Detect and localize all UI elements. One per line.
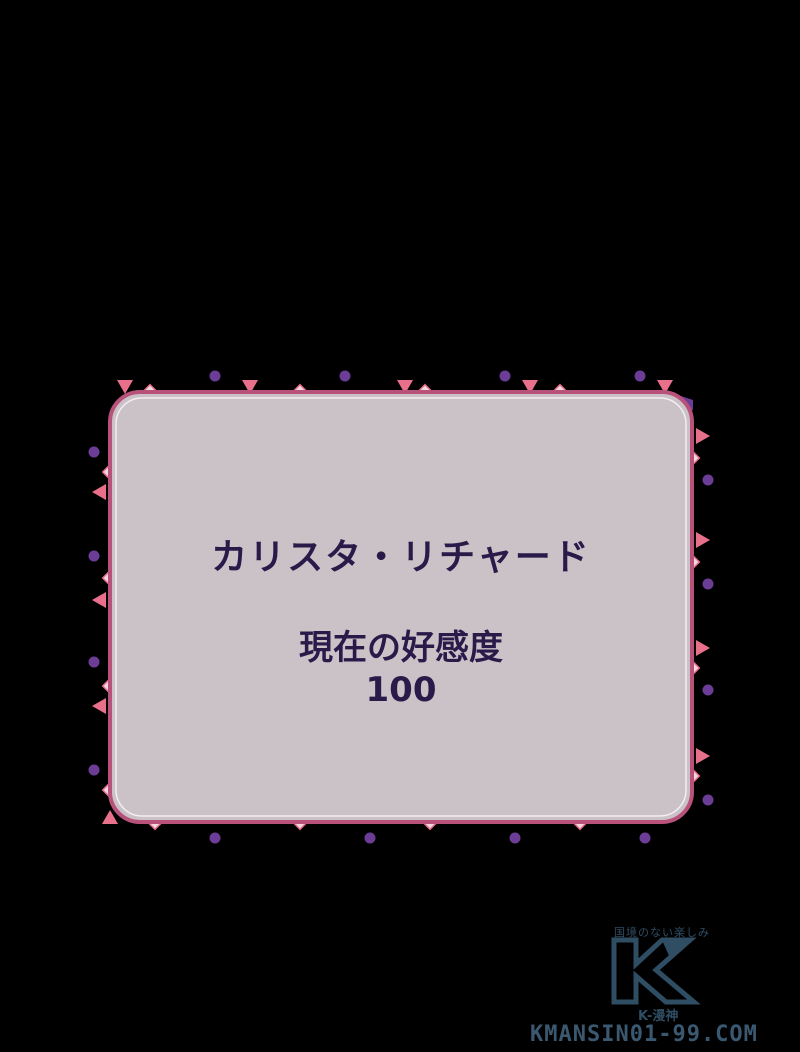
affection-value: 100: [365, 670, 437, 710]
purple-dot-ornament: [339, 370, 351, 382]
purple-dot-ornament: [702, 684, 714, 696]
purple-dot-ornament: [209, 370, 221, 382]
pink-heart-ornament: [92, 698, 106, 714]
purple-dot-ornament: [702, 474, 714, 486]
dialog-content: カリスタ・リチャード 現在の好感度 100: [110, 392, 692, 822]
purple-dot-ornament: [364, 832, 376, 844]
k-logo-icon: [611, 937, 701, 1005]
pink-heart-ornament: [92, 484, 106, 500]
pink-heart-ornament: [696, 532, 710, 548]
pink-heart-ornament: [696, 428, 710, 444]
purple-dot-ornament: [639, 832, 651, 844]
purple-dot-ornament: [702, 578, 714, 590]
affection-label: 現在の好感度: [299, 628, 503, 668]
pink-heart-ornament: [696, 640, 710, 656]
character-name: カリスタ・リチャード: [211, 537, 591, 578]
pink-heart-ornament: [92, 592, 106, 608]
purple-dot-ornament: [88, 764, 100, 776]
site-watermark: 国境のない楽しみ K-漫神 KMANSIN01-99.COM: [530, 922, 798, 1050]
purple-dot-ornament: [88, 446, 100, 458]
pink-heart-ornament: [696, 748, 710, 764]
purple-dot-ornament: [499, 370, 511, 382]
purple-dot-ornament: [702, 794, 714, 806]
purple-dot-ornament: [88, 656, 100, 668]
purple-dot-ornament: [88, 550, 100, 562]
purple-dot-ornament: [634, 370, 646, 382]
watermark-url: KMANSIN01-99.COM: [530, 1022, 758, 1047]
purple-dot-ornament: [509, 832, 521, 844]
purple-dot-ornament: [209, 832, 221, 844]
